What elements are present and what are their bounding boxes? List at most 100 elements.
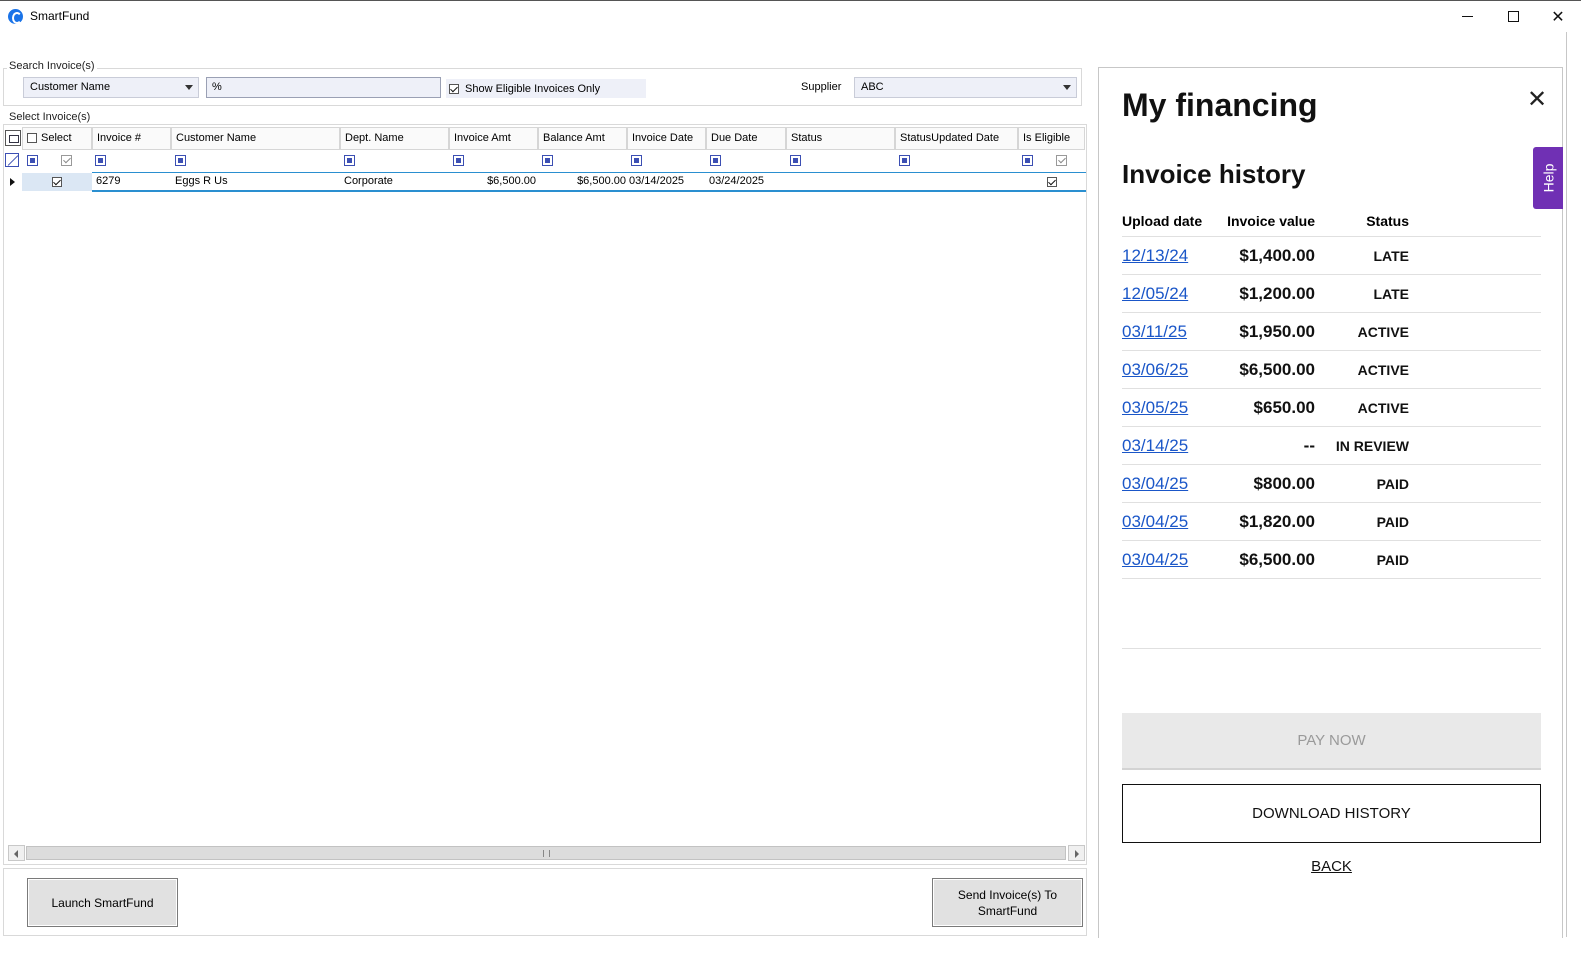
column-header-label: Select [41,132,72,144]
invoice-grid-group [3,124,1087,865]
checkbox-checked-icon [449,83,459,94]
eligible-only-label: Show Eligible Invoices Only [465,82,601,95]
column-chooser-icon[interactable] [5,130,21,146]
cell-balance-amt: $6,500.00 [577,175,626,187]
scroll-right-button[interactable] [1068,845,1085,861]
invoice-history-title: Invoice history [1122,159,1306,189]
history-status: PAID [1376,476,1409,492]
filter-icon[interactable] [27,155,38,166]
search-input[interactable]: % [206,77,441,98]
clear-filter-icon[interactable] [5,153,19,167]
history-row: 03/06/25 $6,500.00 ACTIVE [1122,351,1541,389]
history-row: 12/13/24 $1,400.00 LATE [1122,237,1541,275]
minimize-button[interactable] [1444,1,1490,31]
grid-group-label: Select Invoice(s) [7,111,93,123]
history-status: PAID [1376,552,1409,568]
row-pointer-icon [10,178,15,186]
header-status: Status [1366,213,1409,229]
scrollbar-thumb[interactable] [26,846,1066,860]
history-status: ACTIVE [1357,362,1409,378]
column-header-invoice-amt[interactable]: Invoice Amt [449,127,538,150]
column-header-invoice-no[interactable]: Invoice # [92,127,171,150]
supplier-select[interactable]: ABC [854,77,1077,98]
history-row: 03/05/25 $650.00 ACTIVE [1122,389,1541,427]
app-logo-icon [8,9,23,24]
supplier-label: Supplier [801,81,842,93]
filter-icon[interactable] [95,155,106,166]
maximize-button[interactable] [1490,1,1536,31]
scrollbar-grip-icon [543,850,550,857]
panel-close-icon[interactable]: ✕ [1527,85,1547,113]
history-row: 03/04/25 $1,820.00 PAID [1122,503,1541,541]
search-group-label: Search Invoice(s) [7,60,97,72]
row-select-checkbox[interactable] [52,177,62,187]
dropdown-arrow-icon [185,85,193,90]
filter-icon[interactable] [1022,155,1033,166]
history-row: 03/14/25 -- IN REVIEW [1122,427,1541,465]
close-icon: ✕ [1551,6,1565,26]
cell-invoice-date: 03/14/2025 [629,175,685,187]
filter-checkbox-icon[interactable] [1056,155,1067,166]
grid-header-row: Select Invoice # Customer Name Dept. Nam… [4,127,1086,150]
column-header-select[interactable]: Select [22,127,92,150]
app-title: SmartFund [30,9,90,23]
history-status: ACTIVE [1357,400,1409,416]
history-status: IN REVIEW [1335,438,1409,454]
download-history-button[interactable]: DOWNLOAD HISTORY [1122,784,1541,843]
scroll-left-button[interactable] [8,845,25,861]
minimize-icon [1461,15,1473,17]
history-status: LATE [1373,248,1409,264]
cell-is-eligible-checkbox[interactable] [1047,177,1057,187]
back-link[interactable]: BACK [1122,858,1541,875]
history-status: ACTIVE [1357,324,1409,340]
column-header-status[interactable]: Status [786,127,895,150]
cell-invoice-no: 6279 [96,175,121,187]
history-row: 03/11/25 $1,950.00 ACTIVE [1122,313,1541,351]
filter-checkbox-icon[interactable] [61,155,72,166]
column-header-is-eligible[interactable]: Is Eligible [1018,127,1085,150]
window-close-button[interactable]: ✕ [1535,1,1581,31]
history-header-row: Upload date Invoice value Status [1122,213,1541,237]
history-row: 03/04/25 $6,500.00 PAID [1122,541,1541,579]
filter-icon[interactable] [631,155,642,166]
filter-icon[interactable] [790,155,801,166]
column-header-dept-name[interactable]: Dept. Name [340,127,449,150]
column-header-balance-amt[interactable]: Balance Amt [538,127,627,150]
search-field-select[interactable]: Customer Name [23,77,199,98]
financing-panel: My financing ✕ Invoice history Upload da… [1098,67,1563,938]
grid-filter-row [4,151,1086,171]
history-status: PAID [1376,514,1409,530]
help-tab[interactable]: Help [1533,147,1563,209]
search-field-value: Customer Name [30,81,111,93]
panel-title: My financing [1122,87,1318,123]
window-right-border [1566,32,1567,937]
history-divider [1122,648,1541,649]
table-row[interactable]: 6279 Eggs R Us Corporate $6,500.00 $6,50… [4,172,1086,192]
supplier-value: ABC [861,81,884,93]
send-invoices-button[interactable]: Send Invoice(s) To SmartFund [932,878,1083,927]
dropdown-arrow-icon [1063,85,1071,90]
cell-invoice-amt: $6,500.00 [487,175,536,187]
history-row: 12/05/24 $1,200.00 LATE [1122,275,1541,313]
column-header-invoice-date[interactable]: Invoice Date [627,127,706,150]
title-bar: SmartFund ✕ [0,0,1581,32]
column-header-customer-name[interactable]: Customer Name [171,127,340,150]
horizontal-scrollbar[interactable] [8,845,1085,861]
help-label: Help [1539,163,1556,193]
filter-icon[interactable] [453,155,464,166]
filter-icon[interactable] [344,155,355,166]
pay-now-button[interactable]: PAY NOW [1122,713,1541,770]
column-header-due-date[interactable]: Due Date [706,127,786,150]
column-header-status-updated-date[interactable]: StatusUpdated Date [895,127,1018,150]
filter-icon[interactable] [175,155,186,166]
cell-due-date: 03/24/2025 [709,175,765,187]
cell-dept-name: Corporate [344,175,393,187]
filter-icon[interactable] [542,155,553,166]
select-all-checkbox[interactable] [27,133,37,144]
filter-icon[interactable] [710,155,721,166]
maximize-icon [1507,10,1519,22]
filter-icon[interactable] [899,155,910,166]
cell-customer-name: Eggs R Us [175,175,228,187]
launch-smartfund-button[interactable]: Launch SmartFund [27,878,178,927]
eligible-only-checkbox[interactable]: Show Eligible Invoices Only [446,79,646,98]
